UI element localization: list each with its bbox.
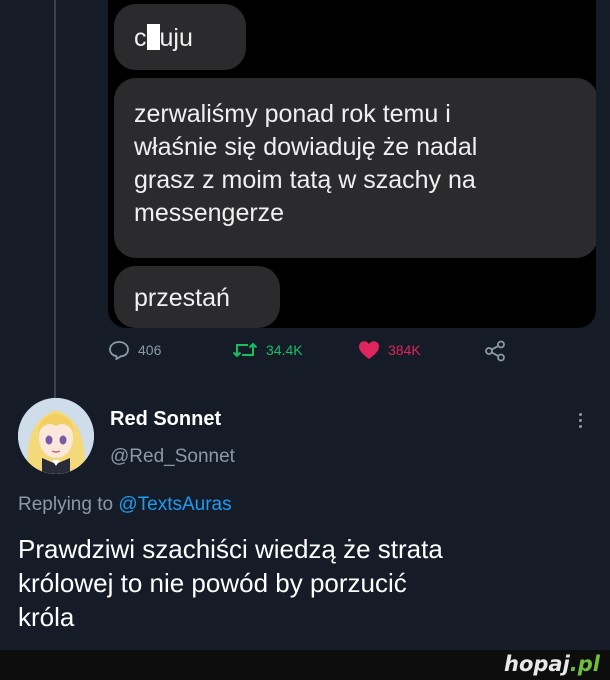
tweet-actions-bar: 406 34.4K 384K [108,340,528,370]
replying-to-label: Replying to [18,494,114,515]
retweet-button[interactable]: 34.4K [232,340,303,360]
replying-to-link[interactable]: @TextsAuras [118,494,231,515]
avatar[interactable] [18,398,94,474]
author-handle[interactable]: @Red_Sonnet [110,446,235,468]
retweet-count: 34.4K [266,342,303,358]
share-icon [485,340,505,362]
reply-button[interactable]: 406 [108,340,161,360]
reply-icon [109,341,129,360]
watermark-suffix: .pl [569,652,600,676]
chat-bubble-first: c uju [114,4,246,70]
share-button[interactable] [484,340,506,362]
chat-bubble-first-prefix: c [134,24,147,52]
chat-bubble-third: przestań [114,266,280,328]
replying-to-line: Replying to @TextsAuras [18,494,232,516]
footer-bar: hopaj.pl [0,650,610,680]
heart-icon [359,341,379,359]
more-options-icon[interactable] [576,410,584,434]
anime-avatar-icon [18,398,94,474]
chat-bubble-second: zerwaliśmy ponad rok temu i właśnie się … [114,78,596,258]
tweet-thread: c uju zerwaliśmy ponad rok temu i właśnie… [0,0,610,680]
reply-count: 406 [138,342,162,358]
site-watermark: hopaj.pl [504,652,600,676]
chat-bubble-first-suffix: uju [159,24,193,52]
chat-screenshot-image[interactable]: c uju zerwaliśmy ponad rok temu i właśnie… [108,0,596,328]
watermark-main: hopaj [504,652,570,676]
author-name[interactable]: Red Sonnet [110,408,221,431]
thread-connector-line [54,0,56,400]
retweet-icon [232,342,258,358]
redaction-box [146,24,160,50]
like-button[interactable]: 384K [358,340,421,360]
like-count: 384K [388,342,421,358]
tweet-text: Prawdziwi szachiści wiedzą że strata kró… [18,534,443,632]
